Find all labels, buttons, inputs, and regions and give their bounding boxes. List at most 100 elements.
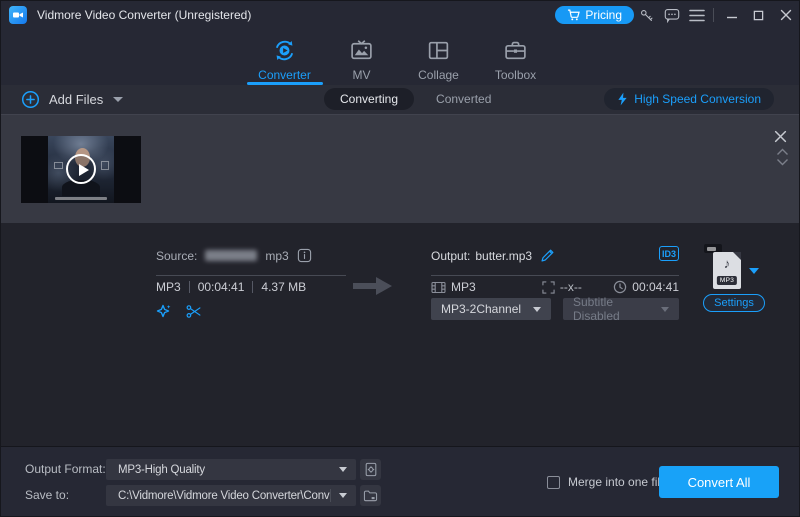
minimize-button[interactable] xyxy=(718,1,745,29)
close-icon xyxy=(780,9,792,21)
add-files-caret-icon[interactable] xyxy=(113,97,124,102)
tab-toolbox-label: Toolbox xyxy=(494,68,537,82)
play-button[interactable] xyxy=(66,154,96,184)
media-thumbnail[interactable] xyxy=(21,136,141,203)
tab-collage[interactable]: Collage xyxy=(401,29,477,85)
add-files-label: Add Files xyxy=(49,92,104,107)
tab-mv[interactable]: MV xyxy=(324,29,400,85)
output-line: Output: butter.mp3 xyxy=(431,248,555,263)
output-label: Output: xyxy=(431,248,471,263)
audio-profile-dropdown[interactable]: MP3-2Channel xyxy=(431,298,551,320)
feedback-button[interactable] xyxy=(659,1,684,29)
source-line: Source: mp3 xyxy=(156,248,312,263)
titlebar: Vidmore Video Converter (Unregistered) P… xyxy=(1,1,799,29)
source-label: Source: xyxy=(156,248,198,263)
profile-caret-icon[interactable] xyxy=(749,268,759,274)
main-nav: Converter MV Collage Toolbox xyxy=(1,29,799,85)
chevron-down-icon xyxy=(339,493,347,498)
source-meta: MP3 00:04:41 4.37 MB xyxy=(156,280,306,294)
subtitle-dropdown[interactable]: Subtitle Disabled xyxy=(563,295,679,323)
info-icon[interactable] xyxy=(297,248,312,263)
window-title: Vidmore Video Converter (Unregistered) xyxy=(37,8,252,22)
output-profile-icon[interactable]: ♪ MP3 xyxy=(713,252,741,289)
high-speed-conversion-button[interactable]: High Speed Conversion xyxy=(604,88,774,110)
source-extension: mp3 xyxy=(265,248,289,263)
pricing-button[interactable]: Pricing xyxy=(555,6,634,24)
mv-icon xyxy=(349,38,374,63)
minimize-icon xyxy=(726,9,738,21)
collage-icon xyxy=(426,38,451,63)
clock-icon xyxy=(613,280,627,294)
toolbar: Add Files Converting Converted High Spee… xyxy=(1,85,799,114)
maximize-button[interactable] xyxy=(745,1,772,29)
output-meta: MP3 --x-- 00:04:41 xyxy=(431,280,679,294)
dropdown-divider xyxy=(330,489,331,502)
lightning-icon xyxy=(617,92,628,106)
merge-checkbox[interactable] xyxy=(547,475,560,489)
tab-collage-label: Collage xyxy=(418,68,459,82)
file-list-empty-area xyxy=(1,223,799,446)
folder-icon xyxy=(363,489,378,502)
scissors-cut-icon[interactable] xyxy=(185,303,202,320)
app-logo-icon xyxy=(9,6,27,24)
file-row: Source: mp3 MP3 00:04:41 4.37 MB Output:… xyxy=(1,114,799,323)
converting-tab[interactable]: Converting xyxy=(324,88,415,110)
music-note-icon: ♪ xyxy=(723,256,731,271)
audio-profile-value: MP3-2Channel xyxy=(441,302,522,316)
pricing-label: Pricing xyxy=(585,8,622,22)
merge-option: Merge into one file xyxy=(547,475,667,489)
converted-tab[interactable]: Converted xyxy=(436,92,491,106)
queue-switch: Converting Converted xyxy=(324,88,491,110)
save-to-label: Save to: xyxy=(25,488,70,502)
register-key-button[interactable] xyxy=(634,1,659,29)
magic-star-edit-icon[interactable] xyxy=(155,303,172,320)
tab-converter[interactable]: Converter xyxy=(246,29,323,85)
source-filename-blurred xyxy=(205,250,258,261)
key-icon xyxy=(639,8,654,23)
pencil-edit-icon[interactable] xyxy=(540,248,555,263)
resolution-expand-icon xyxy=(542,280,555,294)
chevron-down-icon[interactable] xyxy=(776,158,789,166)
chevron-down-icon xyxy=(339,467,347,472)
output-resolution: --x-- xyxy=(559,280,582,294)
flow-arrow-icon xyxy=(353,274,393,298)
divider xyxy=(156,275,346,276)
chevron-down-icon xyxy=(533,306,541,312)
menu-button[interactable] xyxy=(684,1,709,29)
toolbox-icon xyxy=(503,38,528,63)
browse-folder-button[interactable] xyxy=(360,485,381,506)
high-speed-label: High Speed Conversion xyxy=(634,92,761,106)
output-format-selected: MP3-High Quality xyxy=(118,463,205,476)
source-size: 4.37 MB xyxy=(261,280,307,294)
source-duration: 00:04:41 xyxy=(197,280,245,294)
divider xyxy=(431,275,679,276)
output-duration: 00:04:41 xyxy=(632,280,679,294)
chevron-up-icon[interactable] xyxy=(776,148,789,156)
tab-mv-label: MV xyxy=(352,68,371,82)
tab-toolbox[interactable]: Toolbox xyxy=(478,29,554,85)
meta-separator xyxy=(252,281,254,293)
remove-x-icon xyxy=(774,130,787,143)
id3-tag-button[interactable]: ID3 xyxy=(659,246,679,261)
convert-all-button[interactable]: Convert All xyxy=(659,466,779,498)
cart-icon xyxy=(567,9,581,21)
settings-button[interactable]: Settings xyxy=(703,294,765,312)
film-icon xyxy=(431,281,446,294)
save-path-dropdown[interactable]: C:\Vidmore\Vidmore Video Converter\Conve… xyxy=(106,485,356,506)
add-circle-plus-icon xyxy=(21,90,40,109)
tab-converter-label: Converter xyxy=(258,68,311,82)
merge-label: Merge into one file xyxy=(568,475,667,489)
titlebar-divider xyxy=(713,8,714,22)
settings-gear-doc-icon xyxy=(364,462,378,477)
output-format-dropdown[interactable]: MP3-High Quality xyxy=(106,459,356,480)
album-art-logo-left xyxy=(54,162,63,169)
converter-icon xyxy=(272,38,297,63)
album-art-logo-right xyxy=(101,161,109,170)
remove-file-button[interactable] xyxy=(774,130,787,143)
app-window: Vidmore Video Converter (Unregistered) P… xyxy=(0,0,800,517)
meta-separator xyxy=(188,281,190,293)
add-files-button[interactable]: Add Files xyxy=(21,90,124,109)
close-button[interactable] xyxy=(772,1,799,29)
file-type-tag: MP3 xyxy=(716,276,738,285)
format-settings-button[interactable] xyxy=(360,459,381,480)
